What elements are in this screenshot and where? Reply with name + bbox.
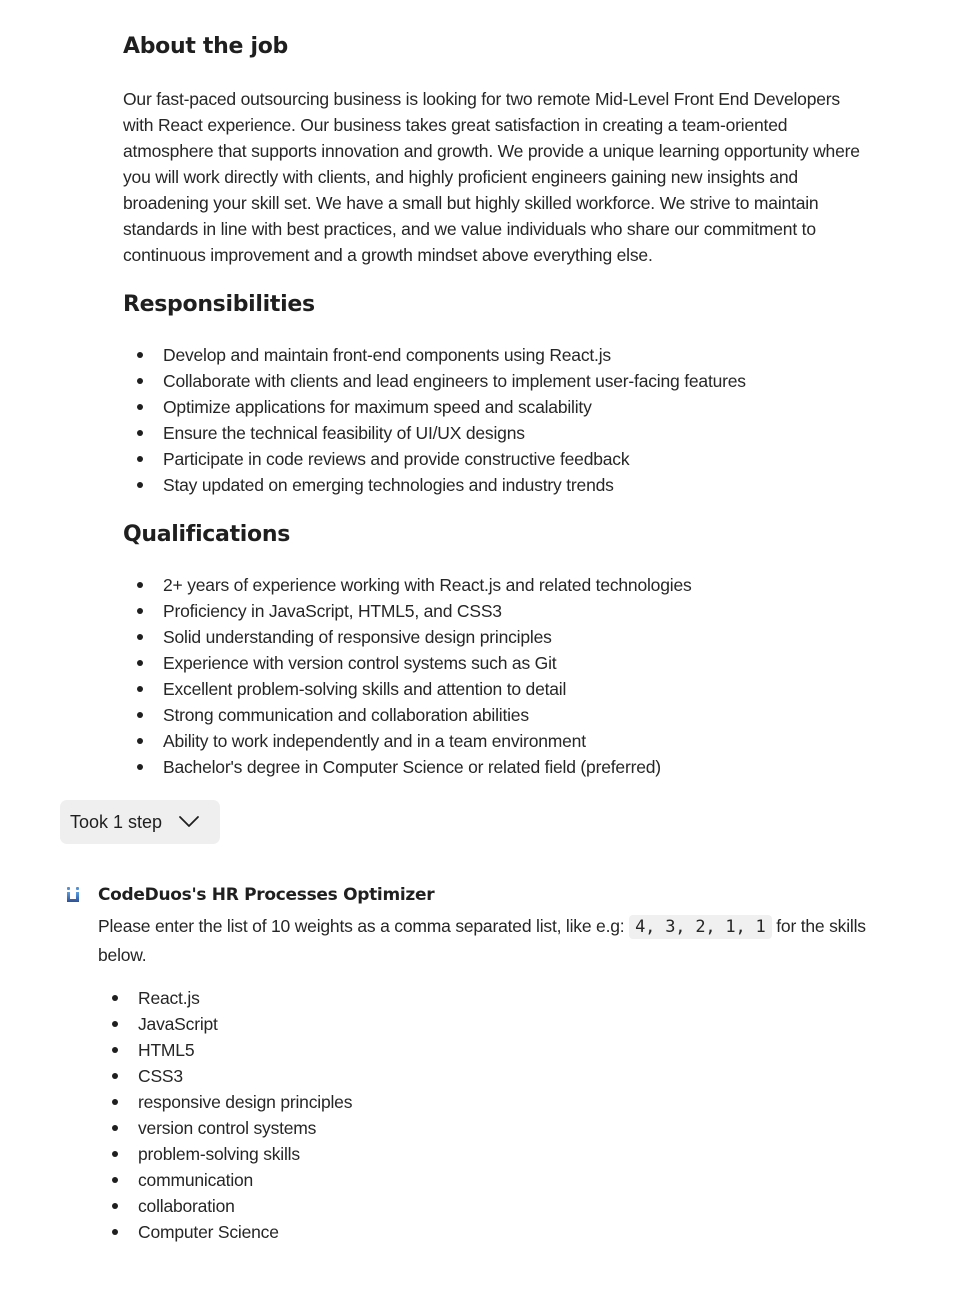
message-sender: CodeDuos's HR Processes Optimizer	[98, 885, 435, 905]
bullet-icon	[137, 686, 143, 692]
about-heading: About the job	[123, 34, 288, 59]
list-item: Stay updated on emerging technologies an…	[123, 472, 873, 498]
list-item: Participate in code reviews and provide …	[123, 446, 873, 472]
bullet-icon	[137, 404, 143, 410]
bullet-icon	[137, 738, 143, 744]
bullet-icon	[112, 1047, 118, 1053]
list-item: Excellent problem-solving skills and att…	[123, 676, 873, 702]
list-item: Bachelor's degree in Computer Science or…	[123, 754, 873, 780]
qualifications-heading: Qualifications	[123, 522, 291, 547]
code-example: 4, 3, 2, 1, 1	[629, 915, 772, 939]
bullet-icon	[137, 608, 143, 614]
list-item: Solid understanding of responsive design…	[123, 624, 873, 650]
list-item: Computer Science	[98, 1219, 888, 1245]
list-item: 2+ years of experience working with Reac…	[123, 572, 873, 598]
list-item: problem-solving skills	[98, 1141, 888, 1167]
skills-list: React.js JavaScript HTML5 CSS3 responsiv…	[98, 985, 888, 1245]
list-item: CSS3	[98, 1063, 888, 1089]
list-item: JavaScript	[98, 1011, 888, 1037]
bullet-icon	[112, 1177, 118, 1183]
list-item: Collaborate with clients and lead engine…	[123, 368, 873, 394]
bullet-icon	[137, 352, 143, 358]
bullet-icon	[137, 582, 143, 588]
chevron-down-icon	[179, 816, 199, 827]
list-item: Proficiency in JavaScript, HTML5, and CS…	[123, 598, 873, 624]
steps-toggle-label: Took 1 step	[70, 811, 163, 832]
bullet-icon	[112, 1229, 118, 1235]
list-item: Experience with version control systems …	[123, 650, 873, 676]
bullet-icon	[112, 1151, 118, 1157]
bullet-icon	[112, 1125, 118, 1131]
bullet-icon	[112, 1073, 118, 1079]
bullet-icon	[137, 764, 143, 770]
list-item: Develop and maintain front-end component…	[123, 342, 873, 368]
list-item: Ensure the technical feasibility of UI/U…	[123, 420, 873, 446]
responsibilities-list: Develop and maintain front-end component…	[123, 342, 873, 498]
list-item: communication	[98, 1167, 888, 1193]
bullet-icon	[112, 1021, 118, 1027]
bullet-icon	[137, 430, 143, 436]
about-paragraph: Our fast-paced outsourcing business is l…	[123, 89, 860, 265]
bullet-icon	[137, 378, 143, 384]
list-item: responsive design principles	[98, 1089, 888, 1115]
job-description: About the job Our fast-paced outsourcing…	[123, 30, 873, 780]
bullet-icon	[137, 456, 143, 462]
app-logo-icon	[67, 887, 79, 902]
qualifications-list: 2+ years of experience working with Reac…	[123, 572, 873, 780]
message-body: Please enter the list of 10 weights as a…	[98, 915, 866, 965]
bullet-icon	[137, 634, 143, 640]
bullet-icon	[112, 995, 118, 1001]
bullet-icon	[137, 712, 143, 718]
list-item: version control systems	[98, 1115, 888, 1141]
assistant-message: CodeDuos's HR Processes Optimizer Please…	[98, 882, 888, 1245]
list-item: Optimize applications for maximum speed …	[123, 394, 873, 420]
responsibilities-heading: Responsibilities	[123, 292, 315, 317]
bullet-icon	[137, 660, 143, 666]
steps-toggle-button[interactable]: Took 1 step	[60, 800, 220, 844]
list-item: Strong communication and collaboration a…	[123, 702, 873, 728]
bullet-icon	[112, 1203, 118, 1209]
bullet-icon	[137, 482, 143, 488]
bullet-icon	[112, 1099, 118, 1105]
list-item: Ability to work independently and in a t…	[123, 728, 873, 754]
list-item: HTML5	[98, 1037, 888, 1063]
list-item: collaboration	[98, 1193, 888, 1219]
list-item: React.js	[98, 985, 888, 1011]
